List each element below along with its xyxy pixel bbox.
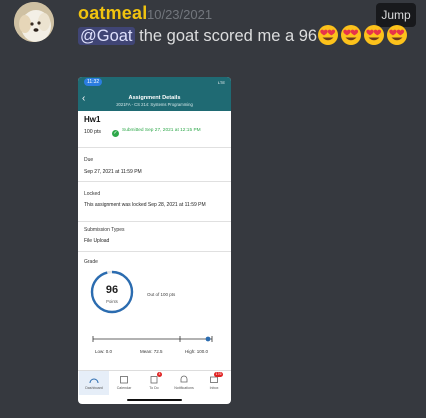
emoji-group <box>317 25 409 45</box>
heart-eyes-emoji <box>341 25 362 45</box>
todo-badge: 4 <box>157 372 162 377</box>
stat-high: High: 100.0 <box>185 349 209 354</box>
tab-calendar[interactable]: Calendar <box>109 371 139 395</box>
header-title: Assignment Details <box>128 95 181 101</box>
app-header: ‹ Assignment Details 2021FA - CS 214: Sy… <box>78 89 231 111</box>
tab-label: Inbox <box>209 386 219 390</box>
tab-label: Notifications <box>174 386 194 390</box>
status-time: 11:32 <box>84 78 103 86</box>
phone-status-bar: 11:32 LTE <box>78 77 231 89</box>
due-value: Sep 27, 2021 at 11:59 PM <box>84 169 142 175</box>
message-text: the goat scored me a 96 <box>134 27 318 45</box>
bell-icon <box>180 375 188 383</box>
attached-screenshot[interactable]: 11:32 LTE ‹ Assignment Details 2021FA - … <box>78 77 231 404</box>
tab-label: Calendar <box>116 386 132 390</box>
heart-eyes-emoji <box>387 25 408 45</box>
bottom-tab-bar: Dashboard Calendar 4 To Do Notifications… <box>78 370 231 395</box>
username[interactable]: oatmeal <box>78 3 147 24</box>
submission-types-value: File Upload <box>84 238 110 244</box>
dog-avatar-icon <box>14 2 54 42</box>
grade-score: 96 <box>105 284 119 296</box>
divider <box>78 147 231 148</box>
message-timestamp: 10/23/2021 <box>147 7 213 22</box>
stat-low: Low: 0.0 <box>95 349 113 354</box>
tab-label: Dashboard <box>85 386 103 390</box>
user-mention[interactable]: @Goat <box>78 27 135 45</box>
locked-value: This assignment was locked Sep 28, 2021 … <box>84 202 206 208</box>
tab-todo[interactable]: 4 To Do <box>139 371 169 395</box>
inbox-badge: 176 <box>214 372 223 377</box>
calendar-icon <box>120 376 128 384</box>
grade-distribution-bar <box>92 336 213 342</box>
home-indicator <box>127 399 182 401</box>
tab-inbox[interactable]: 176 Inbox <box>199 371 229 395</box>
divider <box>78 221 231 222</box>
tab-notifications[interactable]: Notifications <box>169 371 199 395</box>
heart-eyes-emoji <box>364 25 385 45</box>
assignment-name: Hw1 <box>84 115 101 124</box>
grade-unit: Points <box>106 299 118 304</box>
tab-dashboard[interactable]: Dashboard <box>79 371 109 395</box>
your-score-marker <box>205 336 211 342</box>
heart-eyes-emoji <box>318 25 339 45</box>
tab-label: To Do <box>149 386 159 390</box>
locked-label: Locked <box>84 191 101 197</box>
checkmark-icon: ✓ <box>112 130 119 137</box>
header-subtitle: 2021FA - CS 214: Systems Programming <box>116 102 193 107</box>
grade-out-of: Out of 100 pts <box>147 292 176 297</box>
submitted-status: Submitted Sep 27, 2021 at 12:15 PM <box>122 128 201 133</box>
status-signal: LTE <box>217 80 225 85</box>
grade-label: Grade <box>84 259 98 265</box>
stat-mean: Mean: 72.5 <box>140 349 163 354</box>
assignment-points: 100 pts <box>84 129 102 135</box>
message-content: @Goat the goat scored me a 96 <box>78 23 418 49</box>
submission-types-label: Submission Types <box>84 227 125 233</box>
due-label: Due <box>84 157 94 163</box>
divider <box>78 251 231 252</box>
divider <box>78 181 231 182</box>
dashboard-icon <box>89 378 99 384</box>
avatar[interactable] <box>14 2 54 42</box>
